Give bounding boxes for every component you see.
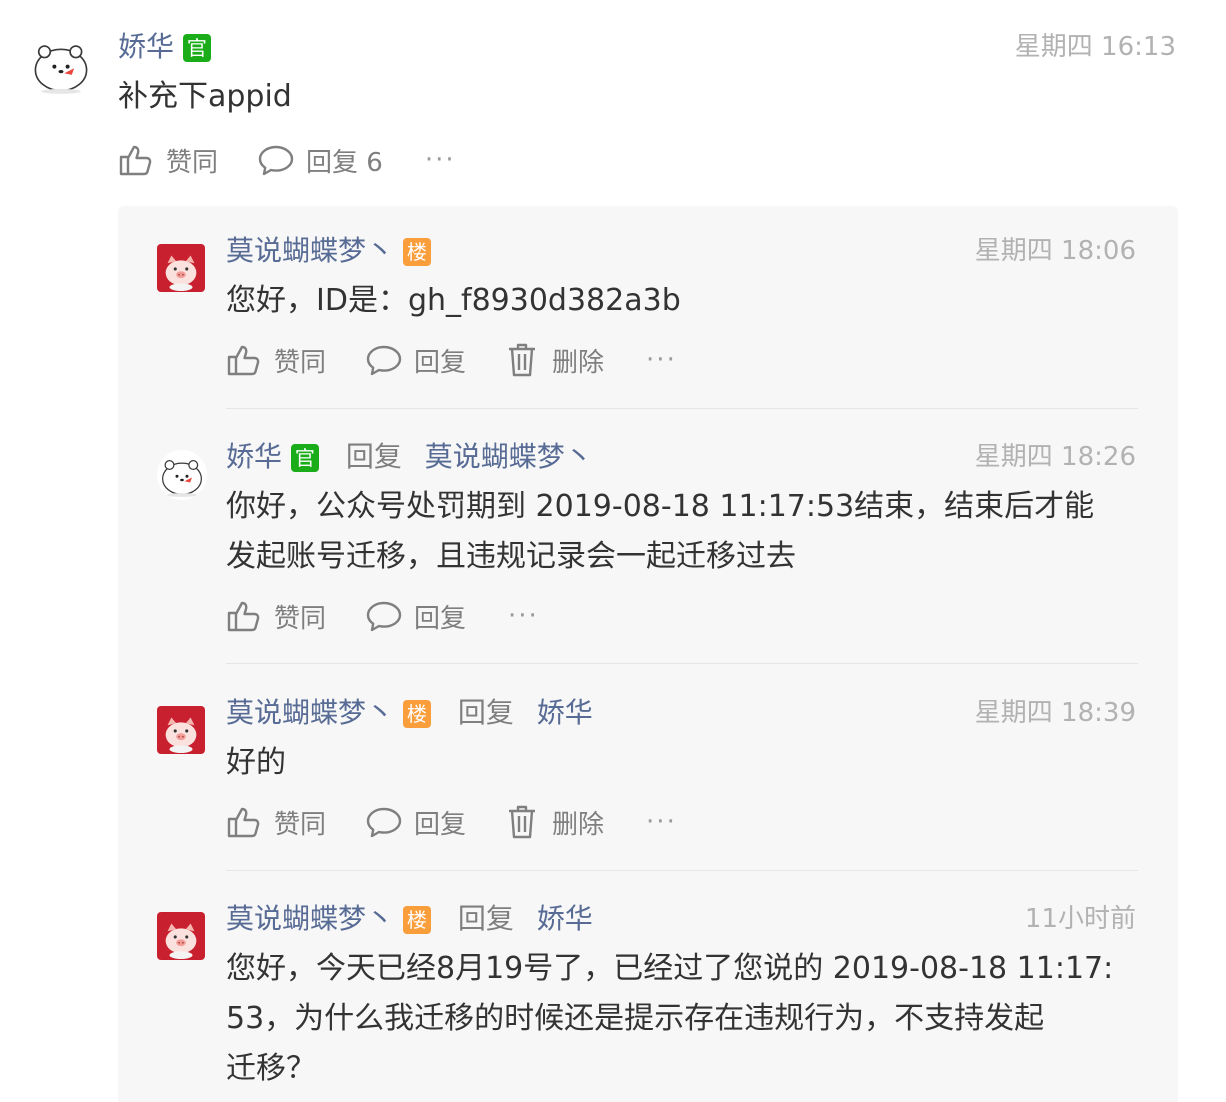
reply-content-line: 迁移？: [226, 1051, 316, 1086]
divider: [226, 663, 1138, 664]
speech-bubble-icon: [258, 144, 294, 176]
reply-to-word: 回复: [457, 696, 514, 729]
delete-label: 删除: [552, 809, 605, 840]
trash-icon: [506, 342, 538, 378]
comment-time: 星期四 16:13: [1014, 32, 1176, 62]
reply-content-line: 您好，ID是：gh_f8930d382a3b: [226, 283, 681, 318]
like-button[interactable]: 赞同: [118, 142, 218, 179]
divider: [226, 870, 1138, 871]
pig-avatar-image: [157, 244, 205, 292]
reply-label: 回复: [414, 809, 467, 840]
reply-button[interactable]: 回复: [366, 342, 466, 379]
thumbs-up-icon: [226, 344, 262, 376]
delete-label: 删除: [552, 347, 605, 378]
like-button[interactable]: 赞同: [226, 598, 326, 635]
reply-actions: 赞同 回复 删除 ···: [226, 802, 677, 842]
reply-author[interactable]: 莫说蝴蝶梦丶 楼 回复 娇华: [226, 696, 593, 730]
reply-content-line: 53，为什么我迁移的时候还是提示存在违规行为，不支持发起: [226, 1001, 1045, 1036]
reply-time: 星期四 18:26: [974, 442, 1136, 472]
like-button[interactable]: 赞同: [226, 342, 326, 379]
floor-badge: 楼: [402, 700, 431, 728]
like-button[interactable]: 赞同: [226, 804, 326, 841]
reply-time: 星期四 18:39: [974, 698, 1136, 728]
author-name[interactable]: 娇华: [118, 30, 174, 63]
reply-label: 回复: [414, 603, 467, 634]
avatar[interactable]: [24, 32, 98, 98]
more-dots-icon[interactable]: ···: [508, 601, 539, 631]
delete-button[interactable]: 删除: [506, 804, 604, 841]
floor-badge: 楼: [402, 906, 431, 934]
reply-to-name[interactable]: 娇华: [537, 902, 593, 935]
avatar[interactable]: [157, 450, 207, 500]
like-label: 赞同: [274, 603, 327, 634]
like-label: 赞同: [166, 147, 219, 178]
avatar[interactable]: [157, 912, 205, 960]
comment-actions: 赞同 回复 6 ···: [118, 140, 456, 180]
reply-content-line: 好的: [226, 745, 286, 780]
reply-author[interactable]: 莫说蝴蝶梦丶 楼: [226, 234, 431, 268]
reply-time: 星期四 18:06: [974, 236, 1136, 266]
pig-avatar-image: [157, 912, 205, 960]
speech-bubble-icon: [366, 806, 402, 838]
reply-button[interactable]: 回复 6: [258, 142, 383, 179]
reply-author[interactable]: 娇华 官 回复 莫说蝴蝶梦丶: [226, 440, 593, 474]
official-badge: 官: [182, 34, 211, 62]
bear-avatar-image: [24, 32, 98, 98]
comment-author[interactable]: 娇华 官: [118, 30, 211, 64]
reply-content-line: 发起账号迁移，且违规记录会一起迁移过去: [226, 539, 796, 574]
reply-label: 回复: [414, 347, 467, 378]
official-badge: 官: [290, 444, 319, 472]
speech-bubble-icon: [366, 344, 402, 376]
thumbs-up-icon: [118, 144, 154, 176]
more-dots-icon[interactable]: ···: [425, 145, 456, 175]
trash-icon: [506, 804, 538, 840]
more-dots-icon[interactable]: ···: [646, 345, 677, 375]
author-name[interactable]: 莫说蝴蝶梦丶: [226, 696, 394, 729]
reply-button[interactable]: 回复: [366, 598, 466, 635]
avatar[interactable]: [157, 244, 205, 292]
reply-time: 11小时前: [1024, 904, 1136, 934]
reply-author[interactable]: 莫说蝴蝶梦丶 楼 回复 娇华: [226, 902, 593, 936]
like-label: 赞同: [274, 347, 327, 378]
reply-content-line: 您好，今天已经8月19号了，已经过了您说的 2019-08-18 11:17:: [226, 951, 1114, 986]
author-name[interactable]: 莫说蝴蝶梦丶: [226, 902, 394, 935]
divider: [226, 408, 1138, 409]
more-dots-icon[interactable]: ···: [646, 807, 677, 837]
author-name[interactable]: 娇华: [226, 440, 282, 473]
thumbs-up-icon: [226, 600, 262, 632]
floor-badge: 楼: [402, 238, 431, 266]
reply-count-label: 回复 6: [306, 147, 383, 178]
comment-content: 补充下appid: [118, 79, 292, 114]
bear-avatar-image: [157, 450, 207, 500]
avatar[interactable]: [157, 706, 205, 754]
reply-actions: 赞同 回复 ···: [226, 596, 539, 636]
speech-bubble-icon: [366, 600, 402, 632]
reply-to-name[interactable]: 莫说蝴蝶梦丶: [425, 440, 593, 473]
pig-avatar-image: [157, 706, 205, 754]
thumbs-up-icon: [226, 806, 262, 838]
reply-content-line: 你好，公众号处罚期到 2019-08-18 11:17:53结束，结束后才能: [226, 489, 1095, 524]
reply-to-word: 回复: [345, 440, 402, 473]
reply-to-word: 回复: [457, 902, 514, 935]
delete-button[interactable]: 删除: [506, 342, 604, 379]
reply-actions: 赞同 回复 删除 ···: [226, 340, 677, 380]
like-label: 赞同: [274, 809, 327, 840]
reply-to-name[interactable]: 娇华: [537, 696, 593, 729]
reply-button[interactable]: 回复: [366, 804, 466, 841]
author-name[interactable]: 莫说蝴蝶梦丶: [226, 234, 394, 267]
